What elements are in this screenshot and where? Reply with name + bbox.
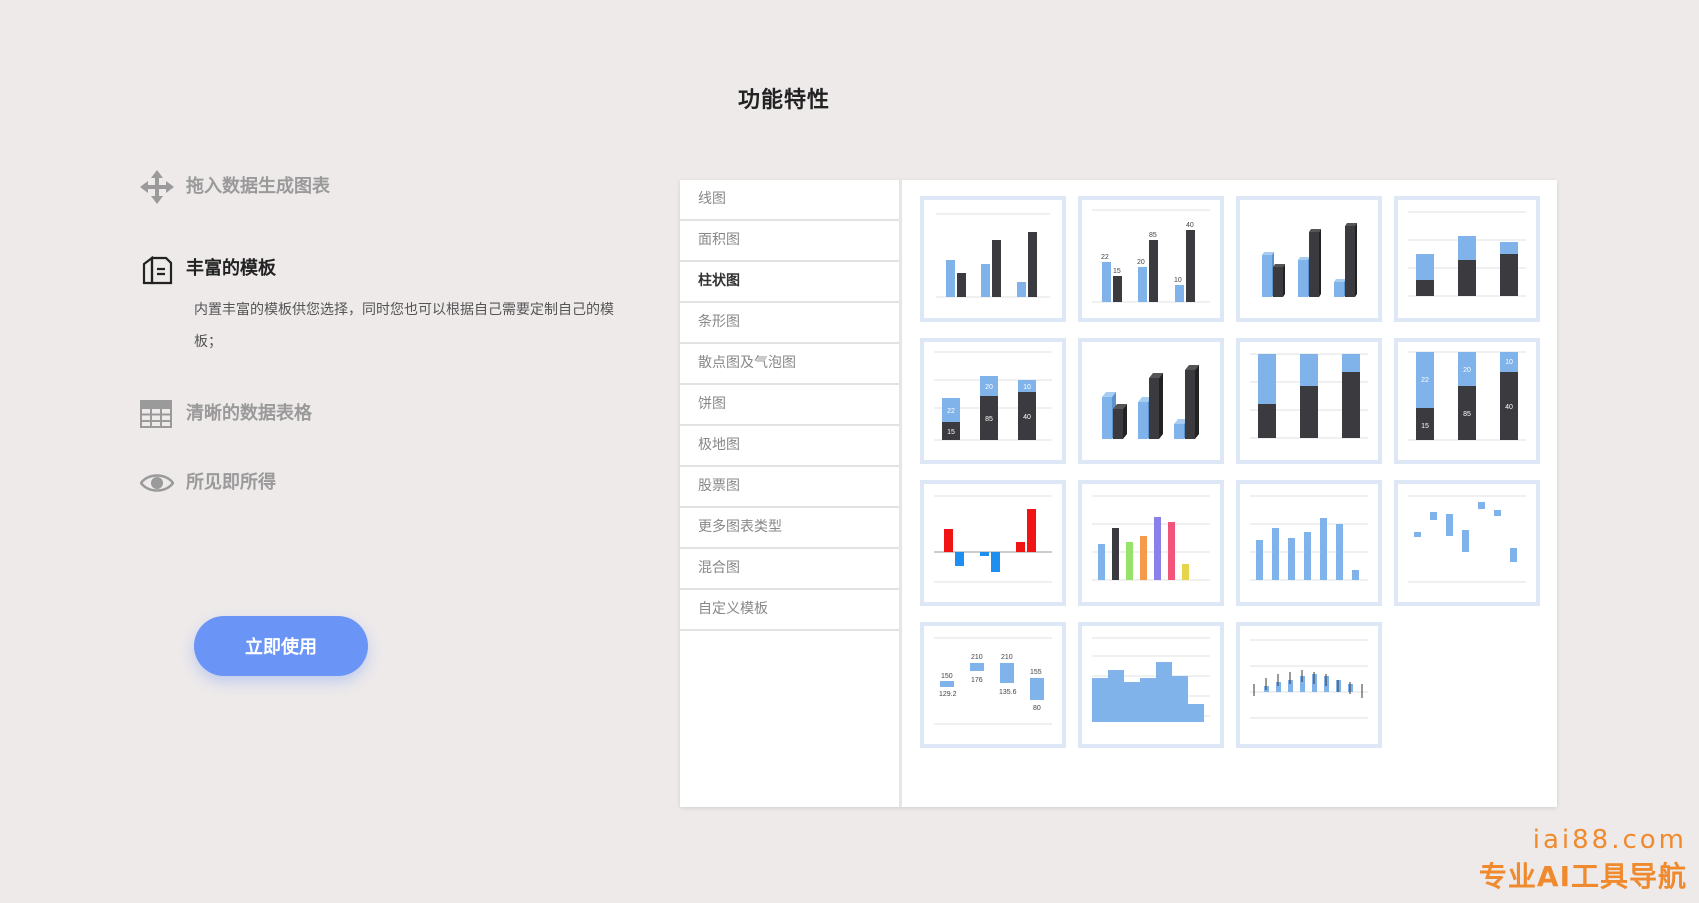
template-thumbnail[interactable]	[920, 480, 1066, 606]
data-label: 80	[1033, 705, 1041, 712]
category-mixed[interactable]: 混合图	[680, 549, 899, 590]
data-label: 20	[1137, 259, 1145, 266]
data-label: 20	[985, 384, 993, 391]
feature-drag-data[interactable]: 拖入数据生成图表	[140, 170, 330, 204]
data-label: 40	[1505, 404, 1513, 411]
page-title: 功能特性	[737, 88, 830, 113]
data-label: 85	[1149, 232, 1157, 239]
data-label: 10	[1023, 384, 1031, 391]
data-label: 22	[1421, 377, 1429, 384]
category-custom-template[interactable]: 自定义模板	[680, 590, 899, 631]
template-pages-icon	[140, 252, 186, 286]
template-thumbnail[interactable]: 22 15 20 85 10 40	[1394, 338, 1540, 464]
template-thumbnail[interactable]: 150 129.2 210 176 210 135.6 155 80	[920, 622, 1066, 748]
data-label: 10	[1174, 277, 1182, 284]
data-label: 135.6	[999, 689, 1017, 696]
feature-title: 所见即所得	[186, 472, 276, 493]
data-label: 85	[1463, 411, 1471, 418]
data-label: 40	[1186, 222, 1194, 229]
data-label: 15	[1421, 423, 1429, 430]
template-thumbnail[interactable]	[1236, 338, 1382, 464]
category-area[interactable]: 面积图	[680, 221, 899, 262]
category-pie[interactable]: 饼图	[680, 385, 899, 426]
watermark: iai88.com 专业AI工具导航	[1479, 825, 1687, 895]
template-thumbnail[interactable]	[1236, 480, 1382, 606]
data-label: 15	[947, 429, 955, 436]
move-arrows-icon	[140, 170, 186, 204]
feature-templates[interactable]: 丰富的模板 内置丰富的模板供您选择，同时您也可以根据自己需要定制自己的模板；	[140, 252, 634, 358]
chart-category-list: 线图 面积图 柱状图 条形图 散点图及气泡图 饼图 极地图 股票图 更多图表类型…	[680, 180, 902, 807]
watermark-text: 专业AI工具导航	[1478, 860, 1687, 893]
data-label: 10	[1505, 359, 1513, 366]
template-thumbnail[interactable]	[1394, 480, 1540, 606]
data-label: 210	[971, 654, 983, 661]
category-bar[interactable]: 条形图	[680, 303, 899, 344]
eye-icon	[140, 466, 186, 500]
data-label: 15	[1113, 268, 1121, 275]
data-label: 20	[1463, 367, 1471, 374]
template-thumbnail[interactable]	[1078, 622, 1224, 748]
template-thumbnail[interactable]	[1078, 480, 1224, 606]
feature-data-table[interactable]: 清晰的数据表格	[140, 397, 312, 431]
data-label: 210	[1001, 654, 1013, 661]
data-label: 150	[941, 673, 953, 680]
template-thumbnail[interactable]	[1236, 196, 1382, 322]
category-polar[interactable]: 极地图	[680, 426, 899, 467]
category-more[interactable]: 更多图表类型	[680, 508, 899, 549]
feature-title: 清晰的数据表格	[186, 403, 312, 424]
template-thumbnail[interactable]	[920, 196, 1066, 322]
feature-title: 丰富的模板	[186, 258, 276, 279]
data-label: 155	[1030, 669, 1042, 676]
data-label: 129.2	[939, 691, 957, 698]
category-line[interactable]: 线图	[680, 180, 899, 221]
category-scatter-bubble[interactable]: 散点图及气泡图	[680, 344, 899, 385]
category-stock[interactable]: 股票图	[680, 467, 899, 508]
feature-description: 内置丰富的模板供您选择，同时您也可以根据自己需要定制自己的模板；	[194, 302, 614, 350]
watermark-url: iai88.com	[1532, 825, 1687, 855]
template-thumbnail[interactable]: 22 15 20 85 10 40	[1078, 196, 1224, 322]
data-label: 85	[985, 416, 993, 423]
feature-wysiwyg[interactable]: 所见即所得	[140, 466, 276, 500]
table-grid-icon	[140, 397, 186, 431]
template-panel: 线图 面积图 柱状图 条形图 散点图及气泡图 饼图 极地图 股票图 更多图表类型…	[680, 180, 1557, 807]
data-label: 22	[947, 408, 955, 415]
data-label: 22	[1101, 254, 1109, 261]
template-thumbnail[interactable]: 22 15 20 85 10 40	[920, 338, 1066, 464]
use-now-button[interactable]: 立即使用	[194, 616, 368, 676]
category-column[interactable]: 柱状图	[680, 262, 899, 303]
data-label: 176	[971, 677, 983, 684]
template-thumbnail[interactable]	[1236, 622, 1382, 748]
template-thumbnail[interactable]	[1394, 196, 1540, 322]
template-thumbnail[interactable]	[1078, 338, 1224, 464]
feature-title: 拖入数据生成图表	[186, 176, 330, 197]
data-label: 40	[1023, 414, 1031, 421]
